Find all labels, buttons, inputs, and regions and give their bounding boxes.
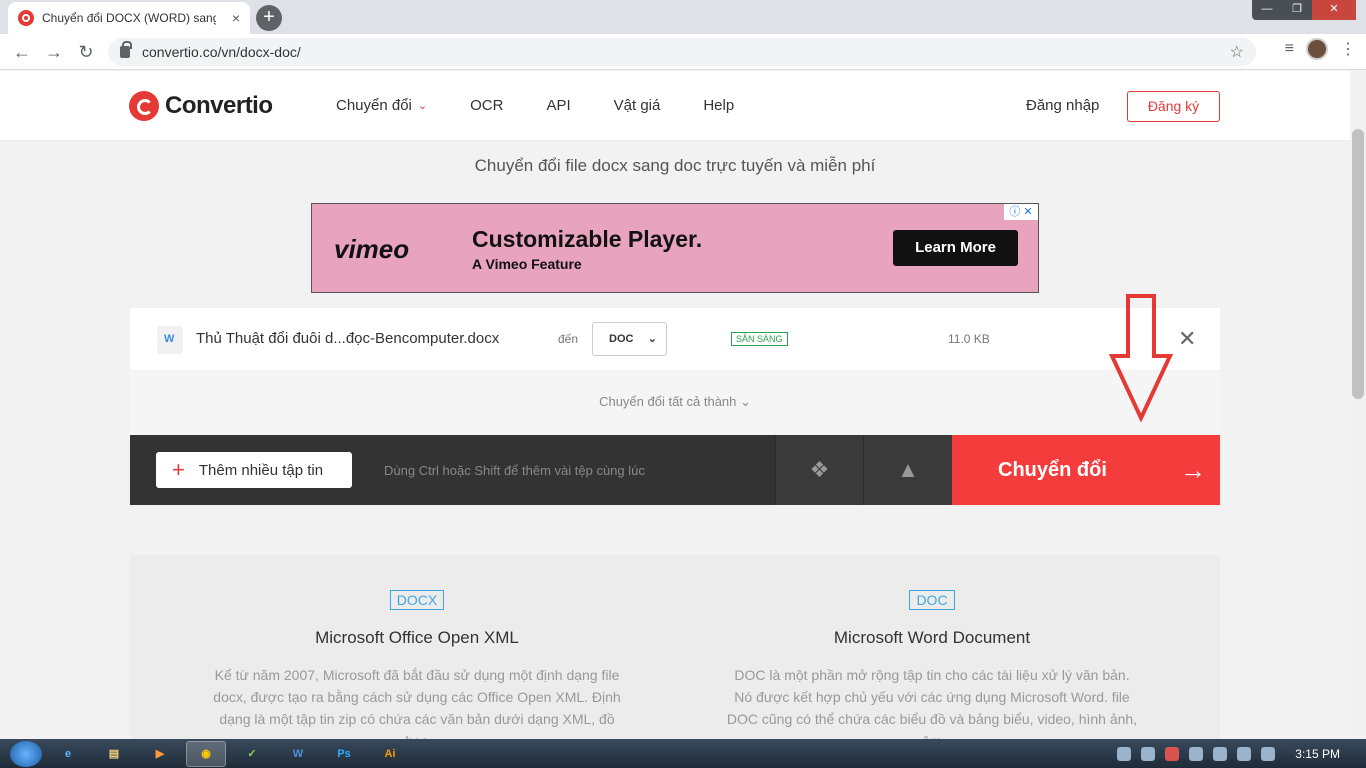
convert-label: Chuyển đổi bbox=[998, 459, 1107, 481]
add-files-button[interactable]: + Thêm nhiều tập tin bbox=[156, 452, 352, 488]
explorer-icon[interactable]: ▤ bbox=[94, 741, 134, 767]
annotation-arrow-down-icon bbox=[1108, 294, 1174, 422]
back-icon[interactable]: ← bbox=[6, 36, 38, 68]
google-drive-icon: ▲ bbox=[897, 457, 919, 482]
ad-info-close-icon[interactable]: ⓘ ✕ bbox=[1004, 204, 1038, 220]
lock-icon bbox=[120, 41, 132, 58]
toolbar-extensions: ≡ ⋮ bbox=[1285, 38, 1356, 60]
system-tray: 3:15 PM bbox=[1117, 739, 1366, 768]
browser-tab[interactable]: Chuyển đổi DOCX (WORD) sang × bbox=[8, 2, 250, 34]
page-scrollbar[interactable] bbox=[1350, 71, 1366, 739]
nav-pricing[interactable]: Vật giá bbox=[614, 97, 661, 114]
profile-avatar[interactable] bbox=[1306, 38, 1328, 60]
ad-learn-more-button[interactable]: Learn More bbox=[893, 230, 1018, 266]
format-info-section: DOCX Microsoft Office Open XML Kể từ năm… bbox=[130, 555, 1220, 749]
bookmark-star-icon[interactable]: ☆ bbox=[1230, 42, 1244, 62]
media-queue-icon[interactable]: ≡ bbox=[1285, 40, 1294, 58]
page-subtitle: Chuyển đổi file docx sang doc trực tuyến… bbox=[474, 156, 876, 175]
menu-icon[interactable]: ⋮ bbox=[1340, 39, 1356, 59]
tray-icon[interactable] bbox=[1117, 746, 1132, 761]
word-icon[interactable]: W bbox=[278, 741, 318, 767]
action-bar: + Thêm nhiều tập tin Dùng Ctrl hoặc Shif… bbox=[130, 435, 1220, 505]
app-icon[interactable]: ✓ bbox=[232, 741, 272, 767]
login-link[interactable]: Đăng nhập bbox=[1026, 97, 1099, 114]
vimeo-ad-banner[interactable]: vimeo Customizable Player. A Vimeo Featu… bbox=[311, 203, 1039, 293]
doc-info: DOC Microsoft Word Document DOC là một p… bbox=[722, 555, 1142, 752]
remove-file-icon[interactable]: ✕ bbox=[1178, 326, 1196, 352]
ad-subline: A Vimeo Feature bbox=[472, 256, 582, 272]
photoshop-icon[interactable]: Ps bbox=[324, 741, 364, 767]
convertio-favicon-icon bbox=[18, 10, 34, 26]
to-label: đến bbox=[558, 332, 579, 346]
ad-headline: Customizable Player. bbox=[472, 226, 703, 252]
doc-badge[interactable]: DOC bbox=[909, 590, 955, 610]
file-size: 11.0 KB bbox=[948, 332, 990, 346]
close-window-icon[interactable]: ✕ bbox=[1312, 0, 1356, 20]
minimize-icon[interactable]: — bbox=[1252, 0, 1282, 20]
register-button[interactable]: Đăng ký bbox=[1127, 91, 1220, 122]
arrow-right-icon: → bbox=[1180, 455, 1206, 485]
file-name: Thủ Thuật đổi đuôi d...đọc-Bencomputer.d… bbox=[196, 330, 500, 347]
file-row: Thủ Thuật đổi đuôi d...đọc-Bencomputer.d… bbox=[130, 308, 1220, 370]
plus-icon: + bbox=[172, 457, 185, 482]
convertio-logo-icon bbox=[129, 91, 159, 121]
volume-icon[interactable] bbox=[1261, 746, 1276, 761]
chevron-down-icon: ⌄ bbox=[647, 333, 657, 345]
ie-icon[interactable]: e bbox=[48, 741, 88, 767]
chevron-down-icon: ⌄ bbox=[417, 100, 428, 112]
docx-title: Microsoft Office Open XML bbox=[315, 628, 519, 647]
new-tab-button[interactable]: + bbox=[256, 5, 282, 31]
ad-brand: vimeo bbox=[334, 234, 410, 264]
status-badge: SẴN SÀNG bbox=[731, 332, 788, 346]
nav-convert[interactable]: Chuyển đổi ⌄ bbox=[336, 97, 427, 114]
flag-icon[interactable] bbox=[1213, 746, 1228, 761]
tab-close-icon[interactable]: × bbox=[232, 10, 240, 26]
nav-help[interactable]: Help bbox=[703, 97, 734, 114]
address-bar[interactable]: convertio.co/vn/docx-doc/ ☆ bbox=[108, 38, 1256, 66]
reload-icon[interactable]: ↻ bbox=[70, 36, 102, 68]
logo-text: Convertio bbox=[165, 92, 273, 119]
dropbox-button[interactable]: ❖ bbox=[775, 435, 863, 505]
browser-toolbar: ← → ↻ convertio.co/vn/docx-doc/ ☆ ≡ ⋮ bbox=[0, 34, 1366, 70]
network-icon[interactable] bbox=[1189, 746, 1204, 761]
maximize-icon[interactable]: ❐ bbox=[1282, 0, 1312, 20]
media-player-icon[interactable]: ▶ bbox=[140, 741, 180, 767]
nav-ocr[interactable]: OCR bbox=[470, 97, 503, 114]
convert-button[interactable]: Chuyển đổi → bbox=[952, 435, 1220, 505]
convertio-logo[interactable]: Convertio bbox=[129, 91, 273, 121]
format-select[interactable]: DOC ⌄ bbox=[592, 322, 667, 356]
format-value: DOC bbox=[609, 333, 634, 345]
window-controls: — ❐ ✕ bbox=[1252, 0, 1356, 20]
windows-taskbar: e ▤ ▶ ◉ ✓ W Ps Ai 3:15 PM bbox=[0, 739, 1366, 768]
illustrator-icon[interactable]: Ai bbox=[370, 741, 410, 767]
clock[interactable]: 3:15 PM bbox=[1295, 747, 1340, 761]
multi-select-hint: Dùng Ctrl hoặc Shift để thêm vài tệp cùn… bbox=[384, 463, 645, 478]
url-text: convertio.co/vn/docx-doc/ bbox=[142, 44, 301, 60]
main-nav: Chuyển đổi ⌄ OCR API Vật giá Help bbox=[336, 97, 777, 114]
nav-convert-label: Chuyển đổi bbox=[336, 97, 412, 114]
display-icon[interactable] bbox=[1237, 746, 1252, 761]
site-header: Convertio Chuyển đổi ⌄ OCR API Vật giá He… bbox=[0, 71, 1350, 141]
chrome-icon[interactable]: ◉ bbox=[186, 740, 226, 767]
dropbox-icon: ❖ bbox=[809, 457, 830, 482]
browser-titlebar: Chuyển đổi DOCX (WORD) sang × + — ❐ ✕ bbox=[0, 0, 1366, 34]
doc-title: Microsoft Word Document bbox=[833, 628, 1031, 647]
tab-title: Chuyển đổi DOCX (WORD) sang bbox=[42, 11, 216, 25]
scrollbar-thumb[interactable] bbox=[1352, 129, 1364, 399]
forward-icon[interactable]: → bbox=[38, 36, 70, 68]
add-files-label: Thêm nhiều tập tin bbox=[198, 461, 324, 479]
tray-icon[interactable] bbox=[1141, 746, 1156, 761]
nav-api[interactable]: API bbox=[546, 97, 570, 114]
word-file-icon bbox=[157, 326, 183, 354]
start-button-icon[interactable] bbox=[10, 740, 42, 767]
google-drive-button[interactable]: ▲ bbox=[863, 435, 952, 505]
docx-badge[interactable]: DOCX bbox=[389, 590, 445, 610]
tray-icon[interactable] bbox=[1165, 746, 1180, 761]
convert-all-dropdown[interactable]: Chuyển đổi tất cả thành ⌄ bbox=[130, 371, 1220, 435]
docx-info: DOCX Microsoft Office Open XML Kể từ năm… bbox=[207, 555, 627, 752]
